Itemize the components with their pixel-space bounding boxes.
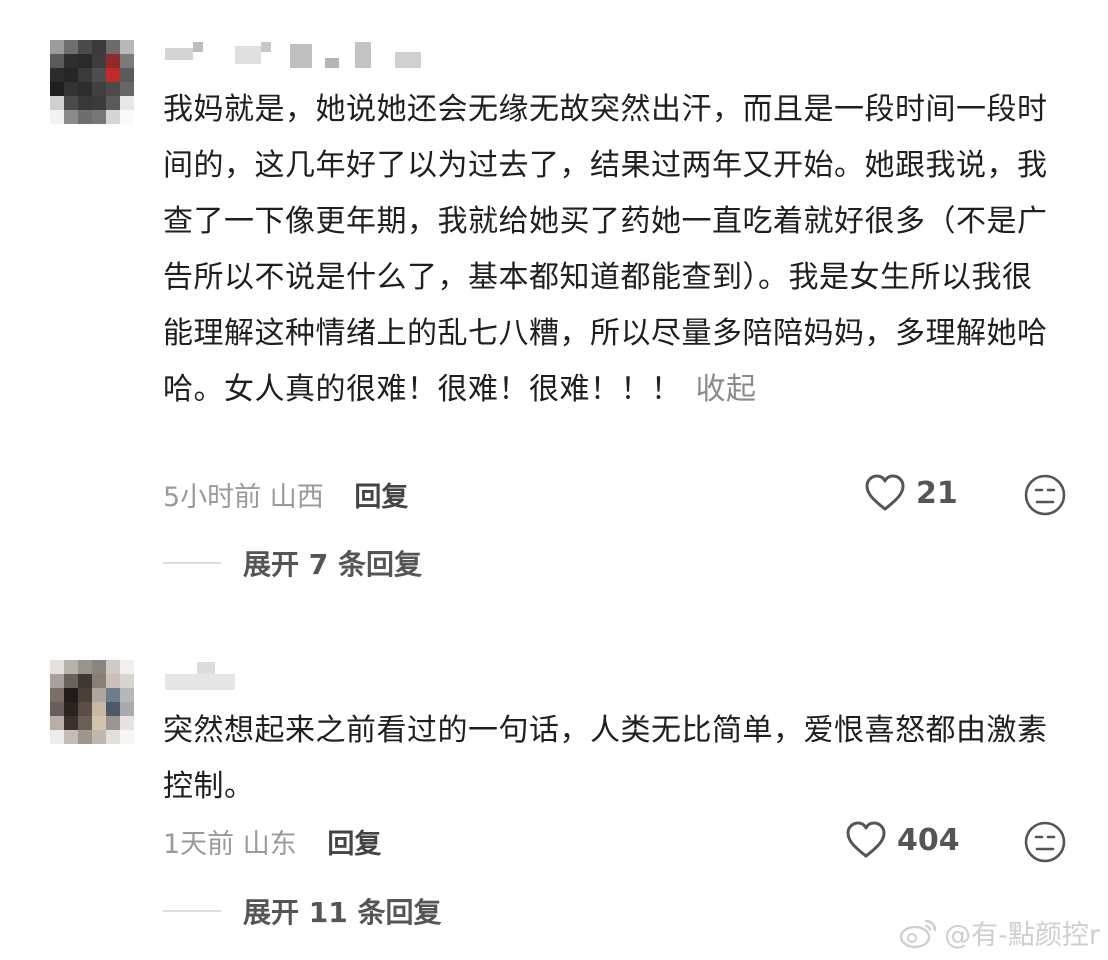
like-count: 404 xyxy=(897,822,960,858)
watermark-text: @有-點颜控r xyxy=(944,920,1100,951)
watermark: @有-點颜控r xyxy=(898,913,1100,952)
meh-face-icon[interactable] xyxy=(1023,820,1067,864)
expand-replies-label: 展开 7 条回复 xyxy=(243,548,422,581)
location: 山西 xyxy=(269,482,324,513)
location: 山东 xyxy=(242,829,297,860)
comment-text: 我妈就是，她说她还会无缘无故突然出汗，而且是一段时间一段时间的，这几年好了以为过… xyxy=(163,92,1048,407)
meh-face-icon[interactable] xyxy=(1023,473,1067,517)
reply-button[interactable]: 回复 xyxy=(327,829,381,860)
expand-replies-button[interactable]: 展开 11 条回复 xyxy=(163,891,441,931)
weibo-logo-icon xyxy=(899,919,937,948)
like-button[interactable]: 404 xyxy=(845,821,960,859)
username-blurred[interactable] xyxy=(165,660,245,690)
divider xyxy=(163,910,221,912)
like-count: 21 xyxy=(916,475,958,511)
comment-meta: 5小时前 山西 回复 xyxy=(163,475,408,514)
timestamp: 1天前 xyxy=(163,829,235,860)
timestamp: 5小时前 xyxy=(163,482,262,513)
expand-replies-label: 展开 11 条回复 xyxy=(243,896,442,929)
collapse-link[interactable]: 收起 xyxy=(696,372,757,407)
divider xyxy=(163,562,221,564)
comment-meta: 1天前 山东 回复 xyxy=(163,822,381,861)
avatar[interactable] xyxy=(50,40,134,124)
like-button[interactable]: 21 xyxy=(864,474,958,512)
heart-outline-icon xyxy=(846,821,886,858)
expand-replies-button[interactable]: 展开 7 条回复 xyxy=(163,543,422,583)
username-blurred[interactable] xyxy=(165,40,465,70)
avatar[interactable] xyxy=(50,660,134,744)
reply-button[interactable]: 回复 xyxy=(354,482,408,513)
comment-text: 突然想起来之前看过的一句话，人类无比简单，爱恨喜怒都由激素控制。 xyxy=(163,713,1048,804)
heart-outline-icon xyxy=(865,474,905,511)
